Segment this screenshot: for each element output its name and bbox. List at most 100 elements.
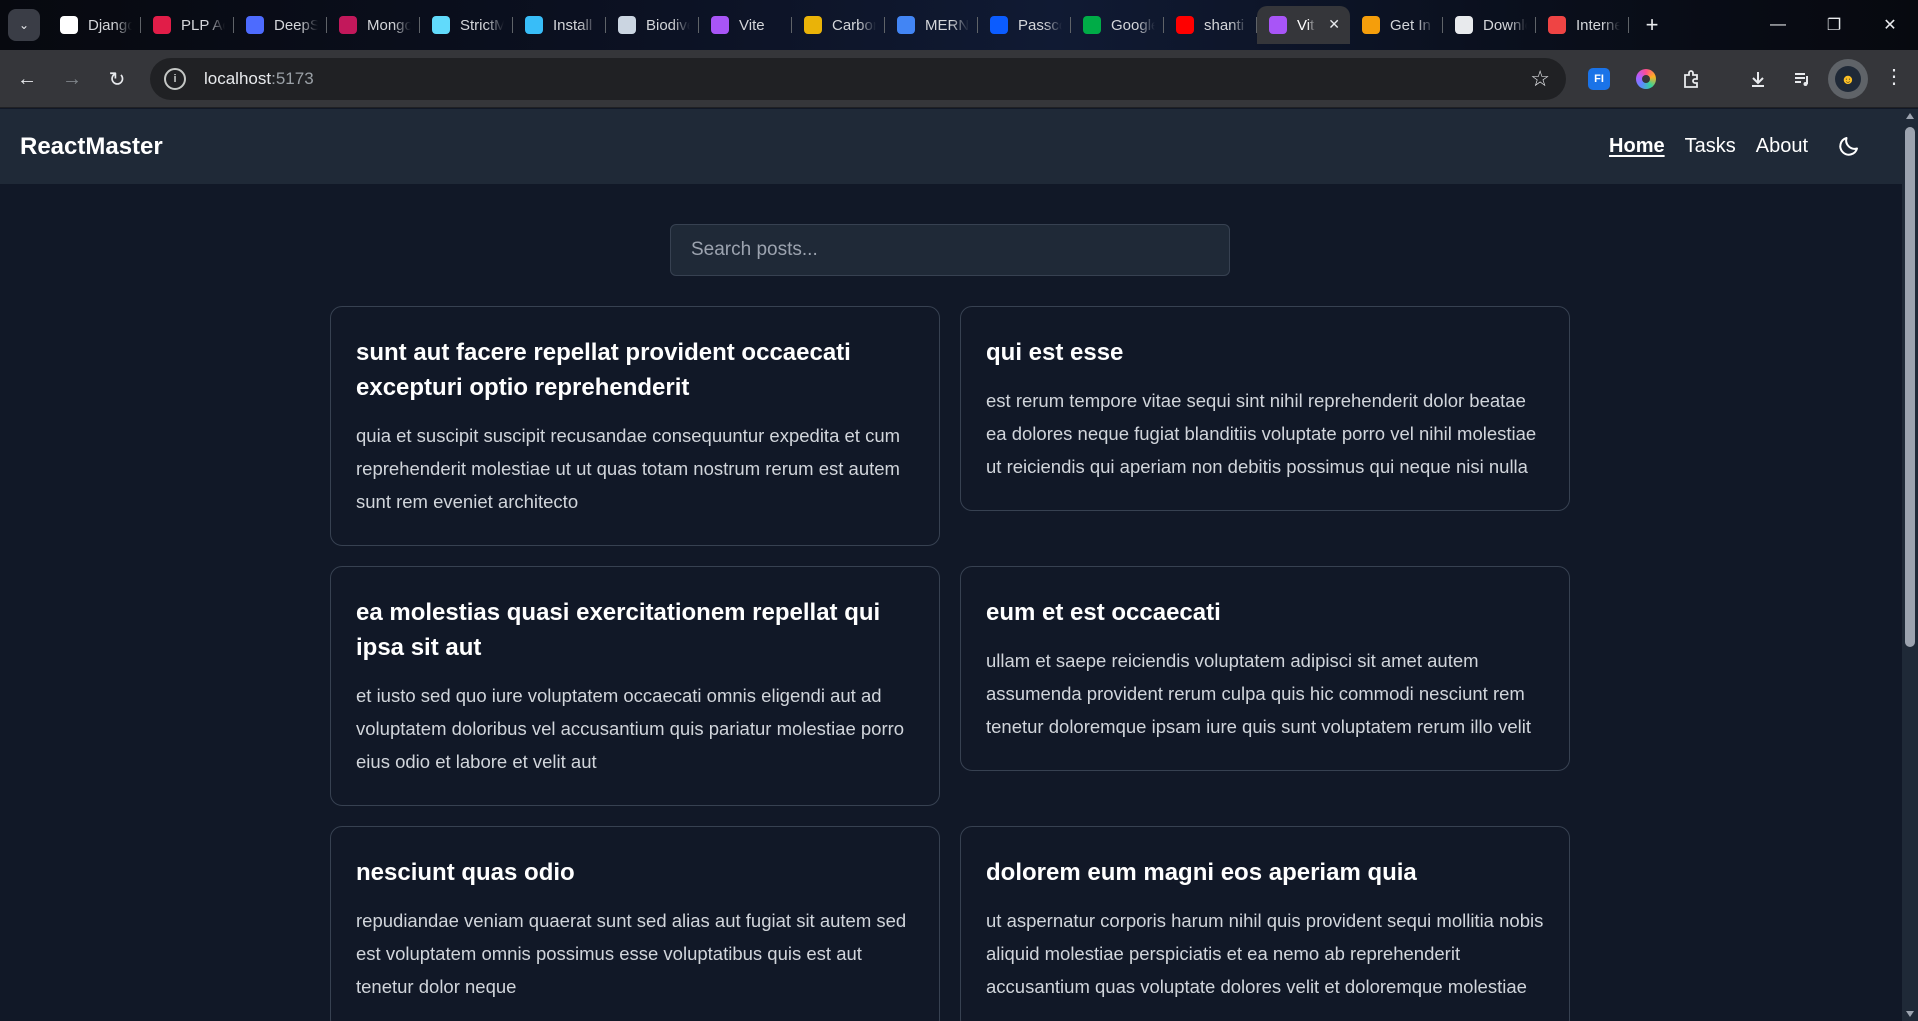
app-navbar: ReactMaster Home Tasks About bbox=[0, 109, 1902, 184]
tab-title: Install Tailwind bbox=[553, 16, 597, 34]
nav-links: Home Tasks About bbox=[1589, 133, 1862, 159]
post-title: eum et est occaecati bbox=[986, 599, 1221, 626]
tab-title: Django bbox=[88, 16, 132, 34]
tab-title: MERN bbox=[925, 16, 969, 34]
profile-avatar[interactable]: ☻ bbox=[1828, 59, 1868, 99]
browser-tab[interactable]: Get In bbox=[1350, 6, 1443, 44]
post-card[interactable]: nesciunt quas odio repudiandae veniam qua… bbox=[330, 826, 940, 1021]
nav-link-about[interactable]: About bbox=[1756, 135, 1808, 158]
browser-tab[interactable]: Vite bbox=[699, 6, 792, 44]
download-icon[interactable] bbox=[1744, 65, 1772, 93]
gauge-icon bbox=[618, 16, 636, 34]
close-window-button[interactable]: ✕ bbox=[1862, 0, 1918, 50]
nav-link-home[interactable]: Home bbox=[1609, 135, 1665, 158]
tab-title: MongoDB bbox=[367, 16, 411, 34]
page-viewport: ReactMaster Home Tasks About sunt aut fa… bbox=[0, 109, 1902, 1021]
nav-link-tasks[interactable]: Tasks bbox=[1685, 135, 1736, 158]
post-body: ut aspernatur corporis harum nihil quis … bbox=[986, 910, 1544, 997]
post-card[interactable]: qui est esse est rerum tempore vitae sequ… bbox=[960, 306, 1570, 511]
posts-grid: sunt aut facere repellat provident occae… bbox=[330, 306, 1570, 1021]
youtube-icon bbox=[1176, 16, 1194, 34]
browser-tab[interactable]: MongoDB bbox=[327, 6, 420, 44]
reload-icon: ↻ bbox=[108, 68, 126, 91]
url-port: :5173 bbox=[271, 69, 314, 88]
tab-title: Get In bbox=[1390, 16, 1431, 34]
browser-tab[interactable]: Internet bbox=[1536, 6, 1629, 44]
scrollbar-thumb[interactable] bbox=[1905, 127, 1915, 647]
meet-icon bbox=[1083, 16, 1101, 34]
plus-icon: + bbox=[1645, 12, 1659, 37]
g-icon bbox=[1362, 16, 1380, 34]
scroll-down-arrow-icon[interactable] bbox=[1906, 1011, 1914, 1017]
post-card[interactable]: dolorem eum magni eos aperiam quia ut asp… bbox=[960, 826, 1570, 1021]
post-title: sunt aut facere repellat provident occae… bbox=[356, 339, 851, 401]
post-body: est rerum tempore vitae sequi sint nihil… bbox=[986, 390, 1537, 477]
browser-tab[interactable]: Django bbox=[48, 6, 141, 44]
tab-title: Google Meet bbox=[1111, 16, 1155, 34]
browser-tab[interactable]: Biodiversity bbox=[606, 6, 699, 44]
post-card[interactable]: ea molestias quasi exercitationem repell… bbox=[330, 566, 940, 806]
browser-tab[interactable]: Carbon bbox=[792, 6, 885, 44]
browser-tab[interactable]: Google Meet bbox=[1071, 6, 1164, 44]
post-card[interactable]: sunt aut facere repellat provident occae… bbox=[330, 306, 940, 546]
search-input[interactable] bbox=[670, 224, 1230, 276]
post-card[interactable]: eum et est occaecati ullam et saepe reici… bbox=[960, 566, 1570, 771]
browser-tab-strip: ⌄ Django PLP Academy DeepSeek MongoDB Strict… bbox=[0, 0, 1918, 50]
browser-tab[interactable]: Install Tailwind bbox=[513, 6, 606, 44]
url-text[interactable]: localhost:5173 bbox=[204, 69, 314, 89]
close-tab-icon[interactable]: ✕ bbox=[1328, 16, 1340, 33]
new-tab-button[interactable]: + bbox=[1635, 8, 1669, 42]
browser-tab[interactable]: PLP Academy bbox=[141, 6, 234, 44]
browser-menu-icon[interactable]: ⋮ bbox=[1884, 64, 1904, 89]
tab-title: shanti bbox=[1204, 16, 1245, 34]
scroll-up-arrow-icon[interactable] bbox=[1906, 113, 1914, 119]
moon-icon bbox=[1839, 137, 1858, 156]
tab-title: Biodiversity bbox=[646, 16, 690, 34]
django-icon bbox=[60, 16, 78, 34]
url-host: localhost bbox=[204, 69, 272, 88]
arrow-right-icon: → bbox=[62, 67, 82, 90]
browser-tab[interactable]: StrictMode bbox=[420, 6, 513, 44]
reload-button[interactable]: ↻ bbox=[102, 64, 132, 94]
tab-title: DeepSeek bbox=[274, 16, 318, 34]
address-bar[interactable]: i localhost:5173 ☆ bbox=[150, 58, 1566, 100]
site-info-icon[interactable]: i bbox=[164, 68, 186, 90]
browser-tab[interactable]: shanti bbox=[1164, 6, 1257, 44]
back-button[interactable]: ← bbox=[12, 64, 42, 94]
tab-search-button[interactable]: ⌄ bbox=[8, 9, 40, 41]
plp-icon bbox=[153, 16, 171, 34]
restore-button[interactable]: ❐ bbox=[1806, 0, 1862, 50]
avatar-face-icon: ☻ bbox=[1835, 66, 1861, 92]
media-queue-icon[interactable] bbox=[1788, 65, 1816, 93]
vite-icon bbox=[711, 16, 729, 34]
post-title: ea molestias quasi exercitationem repell… bbox=[356, 599, 881, 661]
minimize-icon: — bbox=[1770, 16, 1786, 33]
vite-icon bbox=[1269, 16, 1287, 34]
zoom-icon bbox=[990, 16, 1008, 34]
theme-toggle-button[interactable] bbox=[1836, 133, 1862, 159]
bookmark-star-icon[interactable]: ☆ bbox=[1530, 66, 1550, 92]
tab-title: Vite bbox=[739, 16, 765, 34]
browser-tab[interactable]: Vite ✕ bbox=[1257, 6, 1350, 44]
tailwind-icon bbox=[525, 16, 543, 34]
browser-tab[interactable]: MERN bbox=[885, 6, 978, 44]
tab-title: Carbon bbox=[832, 16, 876, 34]
minimize-button[interactable]: — bbox=[1750, 0, 1806, 50]
browser-tab[interactable]: DeepSeek bbox=[234, 6, 327, 44]
tab-title: Internet bbox=[1576, 16, 1620, 34]
tab-title: Passcode bbox=[1018, 16, 1062, 34]
extensions-puzzle-icon[interactable] bbox=[1678, 65, 1706, 93]
arrow-left-icon: ← bbox=[17, 67, 37, 90]
post-title: qui est esse bbox=[986, 339, 1124, 366]
page-scrollbar[interactable] bbox=[1902, 109, 1918, 1021]
forward-button[interactable]: → bbox=[57, 64, 87, 94]
extension-color-ring-icon[interactable] bbox=[1636, 69, 1656, 89]
brand-logo[interactable]: ReactMaster bbox=[20, 133, 163, 161]
tab-list: Django PLP Academy DeepSeek MongoDB StrictMo… bbox=[48, 6, 1669, 44]
post-body: et iusto sed quo iure voluptatem occaeca… bbox=[356, 685, 905, 772]
browser-tab[interactable]: Passcode bbox=[978, 6, 1071, 44]
extension-fi-icon[interactable]: FI bbox=[1588, 68, 1610, 90]
browser-tab[interactable]: Downloads bbox=[1443, 6, 1536, 44]
close-icon: ✕ bbox=[1883, 17, 1897, 34]
tab-title: PLP Academy bbox=[181, 16, 225, 34]
